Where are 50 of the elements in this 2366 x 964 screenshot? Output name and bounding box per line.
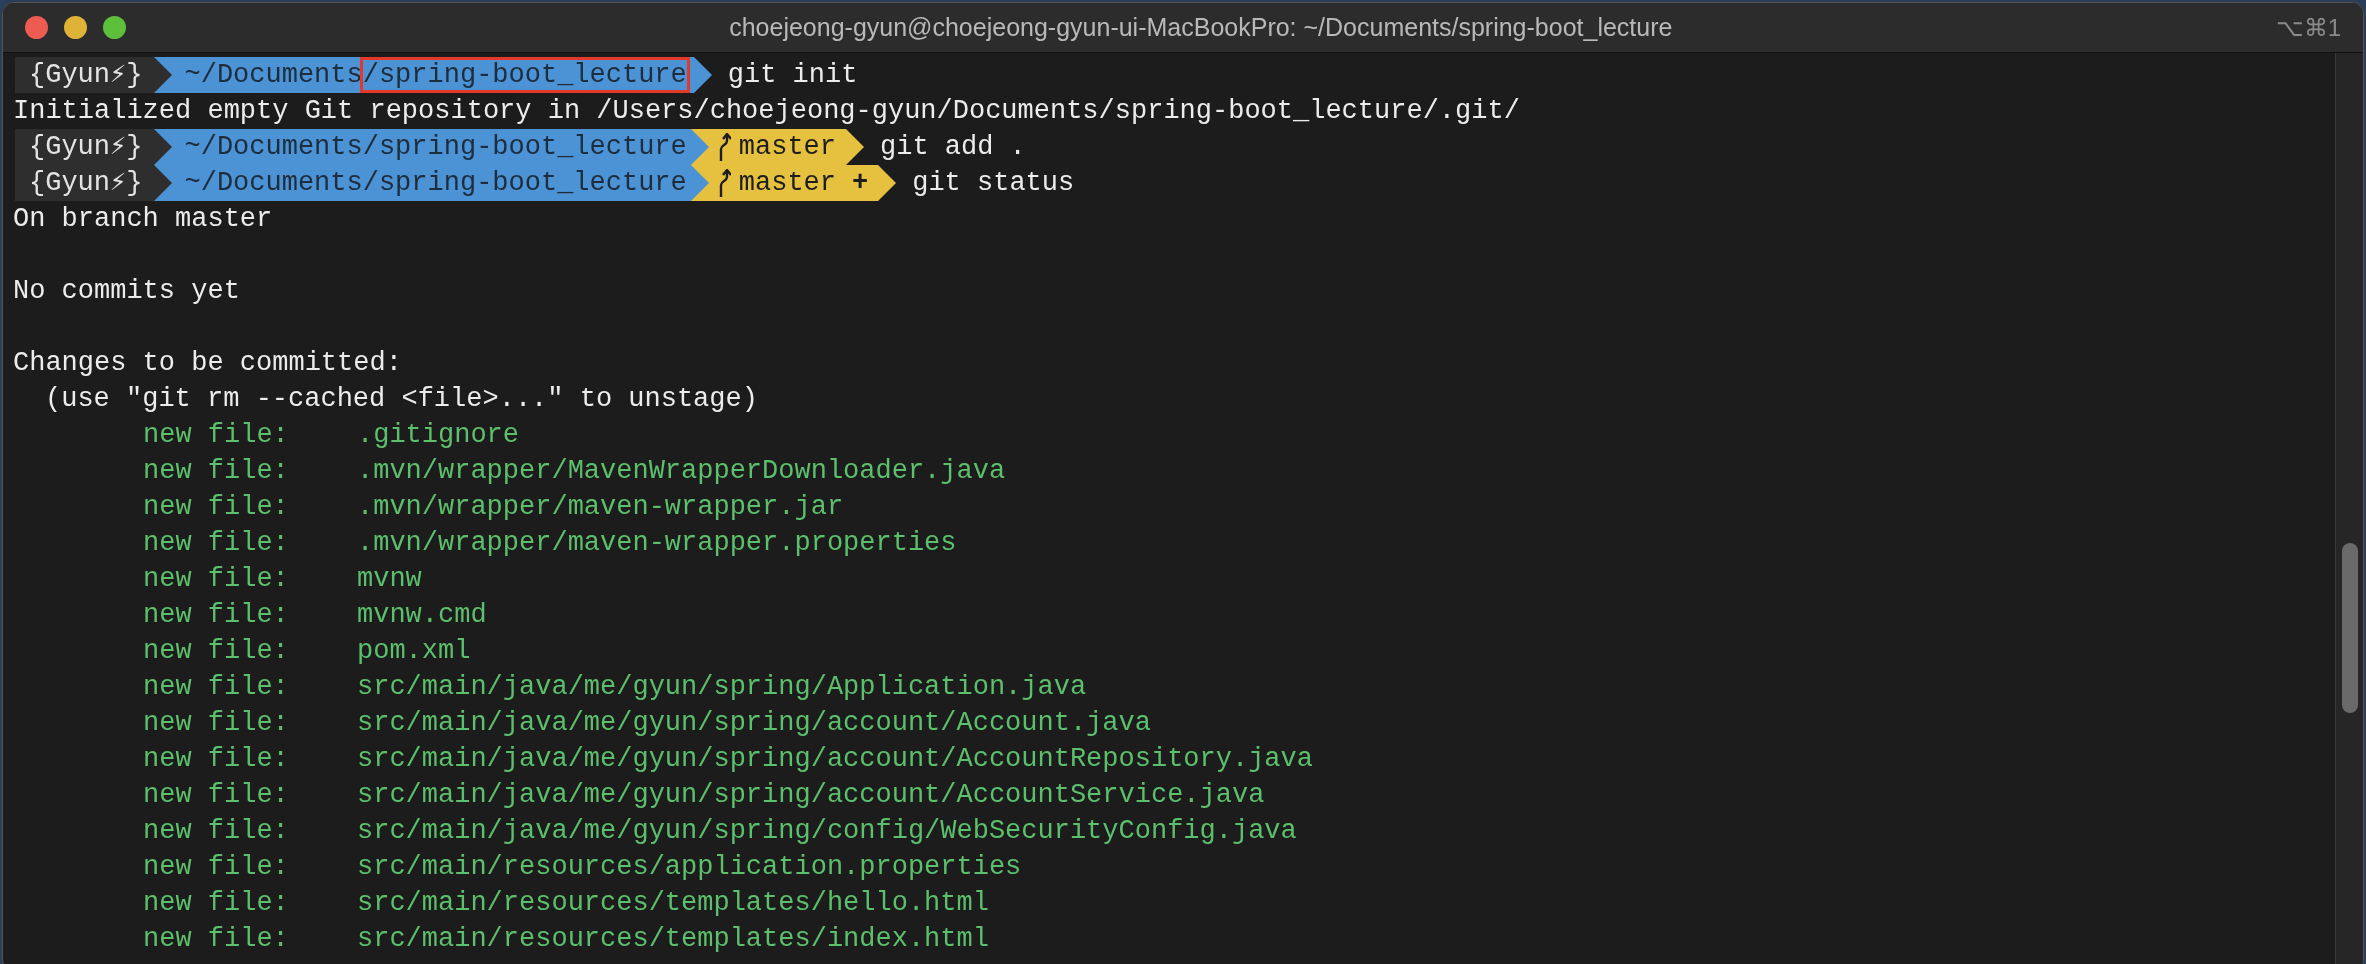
- close-button[interactable]: [25, 16, 48, 39]
- scrollbar-thumb[interactable]: [2341, 543, 2358, 713]
- status-label: new file:: [143, 707, 290, 740]
- file-path: src/main/java/me/gyun/spring/account/AccountService.java: [357, 779, 1265, 812]
- shortcut-label: ⌥⌘1: [2275, 12, 2341, 43]
- file-path: pom.xml: [357, 635, 471, 668]
- prompt-path: /spring-boot_lecture: [359, 57, 690, 93]
- status-label: new file:: [143, 527, 290, 560]
- status-label: new file:: [143, 815, 290, 848]
- minimize-button[interactable]: [64, 16, 87, 39]
- file-path: mvnw: [357, 563, 422, 596]
- file-path: src/main/java/me/gyun/spring/Application.java: [357, 671, 1087, 704]
- file-path: src/main/java/me/gyun/spring/config/WebSecurityConfig.java: [357, 815, 1297, 848]
- status-label: new file:: [143, 743, 290, 776]
- status-label: new file:: [143, 923, 290, 956]
- status-label: new file:: [143, 887, 290, 920]
- status-label: new file:: [143, 635, 290, 668]
- dirty-status: +: [852, 167, 869, 200]
- status-label: new file:: [143, 599, 290, 632]
- command-text: git init: [727, 59, 858, 92]
- file-path: src/main/java/me/gyun/spring/account/AccountRepository.java: [357, 743, 1313, 776]
- prompt-path: ~/Documents/spring-boot_lecture: [184, 167, 687, 200]
- zoom-button[interactable]: [103, 16, 126, 39]
- status-label: new file:: [143, 491, 290, 524]
- status-label: new file:: [143, 455, 290, 488]
- prompt-path: ~/Documents/spring-boot_lecture: [184, 131, 687, 164]
- status-label: new file:: [143, 779, 290, 812]
- status-label: new file:: [143, 563, 290, 596]
- status-label: new file:: [143, 671, 290, 704]
- file-path: src/main/java/me/gyun/spring/account/Account.java: [357, 707, 1151, 740]
- command-text: git add .: [880, 131, 1026, 164]
- file-path: src/main/resources/application.properties: [357, 851, 1022, 884]
- output-text: No commits yet: [13, 276, 240, 306]
- file-path: .gitignore: [357, 419, 520, 452]
- branch-name: master: [738, 131, 836, 164]
- branch-name: master: [738, 167, 836, 200]
- file-path: .mvn/wrapper/maven-wrapper.jar: [357, 491, 844, 524]
- output-text: Changes to be committed:: [13, 348, 402, 378]
- file-path: .mvn/wrapper/maven-wrapper.properties: [357, 527, 957, 560]
- status-label: new file:: [143, 419, 290, 452]
- output-text: Initialized empty Git repository in /Users/choejeong-gyun/Documents/spring-boot_lecture/.git/: [13, 96, 1520, 126]
- hint-text: (use "git rm --cached <file>..." to unstage): [45, 384, 758, 414]
- output-text: On branch master: [13, 204, 273, 234]
- command-text: git status: [912, 167, 1075, 200]
- status-label: new file:: [143, 851, 290, 884]
- file-path: src/main/resources/templates/index.html: [357, 923, 989, 956]
- file-path: .mvn/wrapper/MavenWrapperDownloader.java: [357, 455, 1006, 488]
- window-title: choejeong-gyun@choejeong-gyun-ui-MacBookPro: ~/Documents/spring-boot_lecture: [729, 11, 1673, 43]
- file-path: mvnw.cmd: [357, 599, 487, 632]
- file-path: src/main/resources/templates/hello.html: [357, 887, 989, 920]
